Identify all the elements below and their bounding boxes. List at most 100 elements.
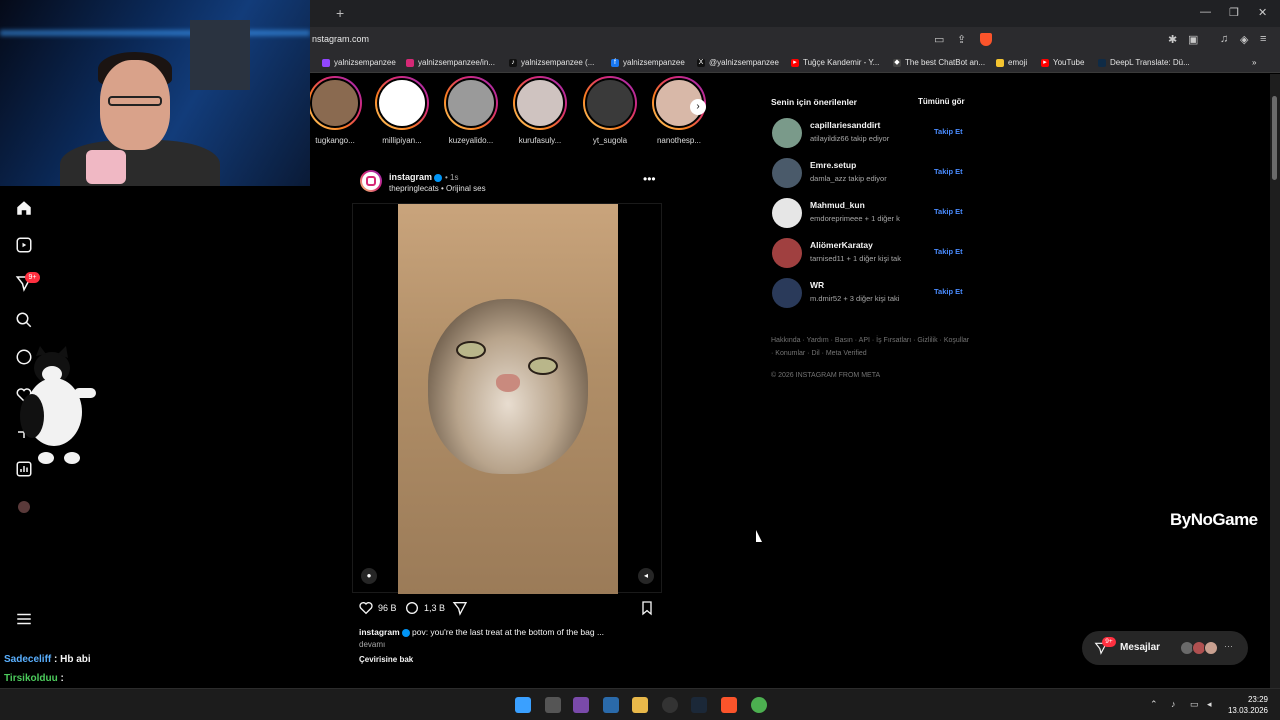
- follow-button[interactable]: Takip Et: [934, 247, 963, 256]
- story-next-icon[interactable]: ›: [690, 99, 706, 115]
- maximize-icon[interactable]: ❐: [1229, 6, 1239, 19]
- story-item[interactable]: yt_sugola: [582, 76, 638, 145]
- story-item[interactable]: kuzeyalido...: [443, 76, 499, 145]
- avatar[interactable]: [772, 198, 802, 228]
- avatar[interactable]: [772, 238, 802, 268]
- follow-button[interactable]: Takip Et: [934, 167, 963, 176]
- media-icon[interactable]: ♫: [1220, 33, 1228, 45]
- system-clock[interactable]: 23:29 13.03.2026: [1226, 694, 1268, 716]
- chat-username: Tirsikolduu: [4, 673, 58, 684]
- story-item[interactable]: tugkango...: [307, 76, 363, 145]
- brave-icon[interactable]: [721, 697, 737, 713]
- vpn-icon[interactable]: ◈: [1240, 33, 1248, 46]
- windows-start-icon[interactable]: [515, 697, 531, 713]
- bookmark-item[interactable]: ♪ yalnizsempanzee (...: [509, 58, 594, 67]
- minimize-icon[interactable]: —: [1200, 6, 1211, 18]
- bookmark-item[interactable]: ▸ YouTube: [1041, 58, 1084, 67]
- more-options-icon[interactable]: •••: [643, 172, 656, 186]
- close-icon[interactable]: ✕: [1258, 6, 1267, 19]
- suggestion-item: AliömerKaratay tarnised11 + 1 diğer kişi …: [772, 238, 972, 270]
- facebook-icon: f: [611, 58, 619, 67]
- search-icon[interactable]: [15, 311, 33, 329]
- avatar[interactable]: [772, 158, 802, 188]
- bookmark-item[interactable]: DeepL Translate: Dü...: [1098, 58, 1190, 67]
- obs-icon[interactable]: [662, 697, 678, 713]
- bookmark-item[interactable]: ▸ Tuğçe Kandemir - Y...: [791, 58, 879, 67]
- story-ring: [444, 76, 498, 130]
- profile-avatar[interactable]: [15, 498, 33, 516]
- follow-button[interactable]: Takip Et: [934, 287, 963, 296]
- like-button[interactable]: 96 B: [358, 600, 397, 616]
- story-item[interactable]: millipiyan...: [374, 76, 430, 145]
- sidebar-icon[interactable]: ▣: [1188, 33, 1198, 46]
- chat-message: : Hb abi: [54, 654, 91, 665]
- reels-icon[interactable]: [15, 236, 33, 254]
- store-icon[interactable]: [603, 697, 619, 713]
- chrome-icon[interactable]: [751, 697, 767, 713]
- suggestion-name[interactable]: WR: [810, 280, 824, 290]
- network-icon[interactable]: ▭: [1190, 699, 1199, 710]
- translate-link[interactable]: Çevirisine bak: [359, 655, 413, 664]
- microphone-icon[interactable]: ♪: [1171, 699, 1176, 709]
- see-all-link[interactable]: Tümünü gör: [918, 97, 965, 106]
- comment-icon: [406, 602, 418, 614]
- brave-shield-icon[interactable]: [980, 33, 992, 46]
- share-button[interactable]: [452, 600, 468, 616]
- more-menu-icon[interactable]: [15, 610, 33, 628]
- bookmark-item[interactable]: yalnizsempanzee/in...: [406, 58, 495, 67]
- pink-cup: [86, 150, 126, 184]
- suggestion-name[interactable]: Emre.setup: [810, 160, 856, 170]
- save-button[interactable]: [639, 600, 655, 616]
- file-explorer-icon[interactable]: [632, 697, 648, 713]
- app-icon[interactable]: [573, 697, 589, 713]
- caption-username[interactable]: instagram: [359, 627, 400, 637]
- glasses-icon: [108, 96, 162, 106]
- audio-icon[interactable]: ◂: [638, 568, 654, 584]
- story-name: millipiyan...: [382, 136, 422, 145]
- avatar[interactable]: [772, 118, 802, 148]
- footer-links[interactable]: Hakkında · Yardım · Basın · API · İş Fır…: [771, 334, 971, 360]
- story-ring: [375, 76, 429, 130]
- cast-icon[interactable]: ▭: [934, 33, 944, 46]
- suggestion-name[interactable]: capillariesanddirt: [810, 120, 880, 130]
- tagged-user-icon[interactable]: ●: [361, 568, 377, 584]
- avatar[interactable]: [772, 278, 802, 308]
- post-avatar[interactable]: [360, 170, 382, 192]
- caption-more-link[interactable]: devamı: [359, 640, 385, 649]
- scrollbar-thumb[interactable]: [1272, 96, 1277, 180]
- suggestion-name[interactable]: AliömerKaratay: [810, 240, 873, 250]
- home-icon[interactable]: [15, 199, 33, 217]
- suggestion-name[interactable]: Mahmud_kun: [810, 200, 865, 210]
- post-username[interactable]: instagram • 1s: [389, 172, 459, 182]
- bookmark-item[interactable]: f yalnizsempanzee: [611, 58, 685, 67]
- volume-icon[interactable]: ◂: [1207, 699, 1212, 710]
- comment-button[interactable]: 1,3 B: [404, 600, 445, 616]
- follow-button[interactable]: Takip Et: [934, 127, 963, 136]
- follow-button[interactable]: Takip Et: [934, 207, 963, 216]
- bookmark-item[interactable]: X @yalnizsempanzee: [697, 58, 779, 67]
- story-item[interactable]: kurufasuly...: [512, 76, 568, 145]
- chat-message: :: [60, 673, 64, 684]
- bookmark-item[interactable]: ◆ The best ChatBot an...: [893, 58, 985, 67]
- story-avatar: [377, 78, 427, 128]
- bookmark-item[interactable]: yalnizsempanzee: [322, 58, 396, 67]
- more-bookmarks-icon[interactable]: »: [1252, 58, 1256, 67]
- url-field[interactable]: nstagram.com: [312, 34, 369, 44]
- menu-icon[interactable]: ≡: [1260, 33, 1266, 45]
- share-icon[interactable]: ⇪: [957, 33, 966, 46]
- story-ring: [513, 76, 567, 130]
- post-media[interactable]: ● ◂: [352, 203, 662, 594]
- tray-chevron-icon[interactable]: ⌃: [1150, 699, 1158, 710]
- new-tab-button[interactable]: +: [336, 5, 344, 21]
- suggestion-subtext: tarnised11 + 1 diğer kişi tak: [810, 254, 901, 263]
- post-audio[interactable]: thepringlecats • Orijinal ses: [389, 184, 486, 193]
- messages-label: Mesajlar: [1120, 642, 1161, 653]
- avatar: [1204, 641, 1218, 655]
- cat-sticker: [20, 346, 96, 464]
- steam-icon[interactable]: [691, 697, 707, 713]
- bookmark-item[interactable]: emoji: [996, 58, 1027, 67]
- suggestion-item: Emre.setup damla_azz takip ediyor Takip Et: [772, 158, 972, 190]
- extensions-icon[interactable]: ✱: [1168, 33, 1177, 46]
- messages-button[interactable]: 9+ Mesajlar ⋯: [1082, 631, 1248, 665]
- task-view-icon[interactable]: [545, 697, 561, 713]
